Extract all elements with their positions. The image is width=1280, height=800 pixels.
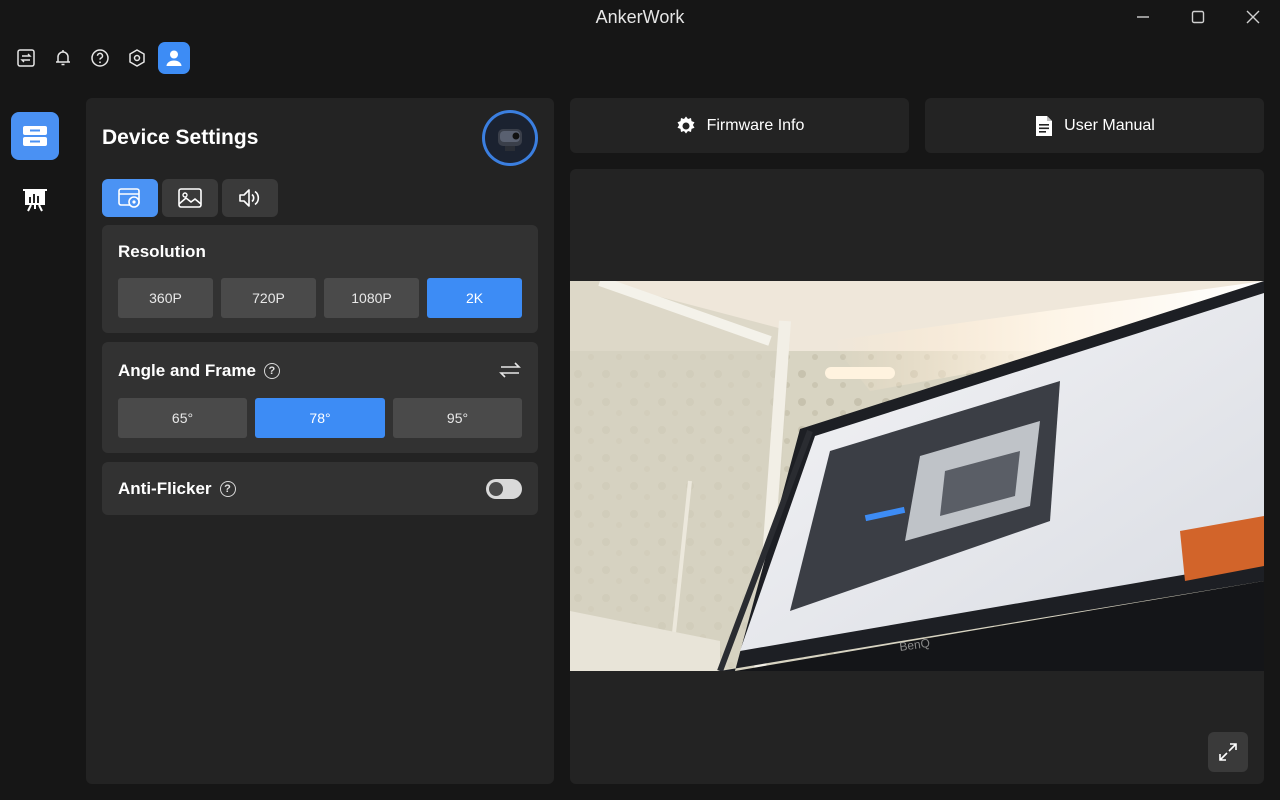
angle-frame-title: Angle and Frame ? <box>118 361 280 381</box>
user-avatar-icon <box>166 50 182 66</box>
image-icon <box>178 188 202 208</box>
anti-flicker-toggle[interactable] <box>486 479 522 499</box>
tab-camera-settings[interactable] <box>102 179 158 217</box>
anti-flicker-title: Anti-Flicker ? <box>118 479 236 499</box>
tab-image[interactable] <box>162 179 218 217</box>
speaker-icon <box>239 189 260 207</box>
sidebar-item-presentation[interactable] <box>11 176 59 224</box>
bell-icon <box>56 50 70 66</box>
angle-option-65[interactable]: 65° <box>118 398 247 438</box>
tab-audio[interactable] <box>222 179 278 217</box>
angle-swap-button[interactable] <box>498 360 522 385</box>
resolution-option-2k[interactable]: 2K <box>427 278 522 318</box>
anti-flicker-help-icon[interactable]: ? <box>219 481 236 497</box>
camera-settings-icon <box>118 188 140 208</box>
notifications-button[interactable] <box>50 45 76 71</box>
firmware-info-button[interactable]: Firmware Info <box>570 98 909 153</box>
resolution-option-720p[interactable]: 720P <box>221 278 316 318</box>
switch-device-icon <box>17 49 35 67</box>
webcam-icon <box>498 129 522 151</box>
resolution-title: Resolution <box>118 242 206 261</box>
minimize-button[interactable] <box>1116 0 1170 34</box>
angle-help-icon[interactable]: ? <box>263 363 280 379</box>
resolution-option-1080p[interactable]: 1080P <box>324 278 419 318</box>
app-title: AnkerWork <box>595 7 685 27</box>
gear-icon <box>677 116 695 133</box>
user-avatar-button[interactable] <box>158 42 190 74</box>
camera-preview-panel: BenQ <box>570 169 1264 784</box>
fullscreen-button[interactable] <box>1208 732 1248 772</box>
expand-icon <box>1219 743 1237 761</box>
close-icon <box>1246 10 1260 24</box>
help-button[interactable] <box>87 45 113 71</box>
device-avatar[interactable] <box>482 110 538 166</box>
camera-feed: BenQ <box>570 281 1264 671</box>
help-icon <box>91 49 109 67</box>
settings-button[interactable] <box>124 45 150 71</box>
sidebar-item-device-settings[interactable] <box>11 112 59 160</box>
minimize-icon <box>1137 16 1149 18</box>
angle-option-78[interactable]: 78° <box>255 398 385 438</box>
settings-hex-icon <box>129 49 145 67</box>
presentation-chart-icon <box>23 189 47 212</box>
switch-device-button[interactable] <box>13 45 39 71</box>
user-manual-button[interactable]: User Manual <box>925 98 1264 153</box>
close-button[interactable] <box>1226 0 1280 34</box>
swap-arrows-icon <box>499 362 521 378</box>
maximize-button[interactable] <box>1171 0 1225 34</box>
toggle-knob <box>489 482 503 496</box>
angle-option-95[interactable]: 95° <box>393 398 522 438</box>
maximize-icon <box>1191 10 1205 24</box>
camera-feed-image: BenQ <box>570 281 1264 671</box>
resolution-option-360p[interactable]: 360P <box>118 278 213 318</box>
page-title: Device Settings <box>102 126 259 149</box>
device-settings-icon <box>23 126 47 146</box>
document-icon <box>1036 115 1053 136</box>
